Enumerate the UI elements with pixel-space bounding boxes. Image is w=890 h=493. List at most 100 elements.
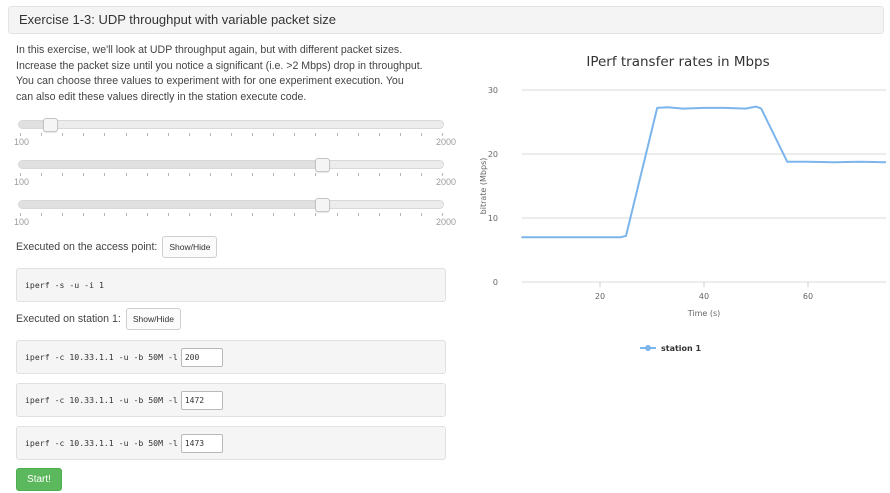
station-command-2: iperf -c 10.33.1.1 -u -b 50M -l <box>16 383 446 417</box>
slider-tick <box>104 133 106 136</box>
exercise-panel-heading: Exercise 1-3: UDP throughput with variab… <box>8 6 884 34</box>
slider-tick <box>357 173 359 176</box>
slider-tick <box>442 213 443 216</box>
series-point <box>666 106 669 109</box>
slider-tick <box>20 133 21 136</box>
series-point <box>786 160 788 163</box>
slider-tick <box>20 213 21 216</box>
slider-tick <box>336 173 338 176</box>
slider-tick <box>273 133 275 136</box>
slider-handle[interactable] <box>315 198 331 212</box>
slider-tick <box>83 133 85 136</box>
slider-track[interactable] <box>18 158 444 172</box>
slider-tick <box>442 173 443 176</box>
y-tick-label: 0 <box>493 278 498 287</box>
slider-track[interactable] <box>18 118 444 132</box>
slider-tick <box>357 213 359 216</box>
slider-tick <box>41 213 43 216</box>
packet-size-slider-2[interactable]: 100 2000 <box>14 156 456 190</box>
packet-size-input-1[interactable] <box>180 347 223 367</box>
slider-fill <box>19 161 323 168</box>
slider-tick <box>167 173 169 176</box>
series-point <box>760 107 762 110</box>
slider-tick <box>62 213 64 216</box>
station-show-hide-button[interactable]: Show/Hide <box>125 308 181 330</box>
slider-tick <box>378 173 380 176</box>
slider-tick <box>420 133 422 136</box>
slider-tick <box>125 133 127 136</box>
x-tick-label: 20 <box>595 292 605 301</box>
slider-min-label: 100 <box>14 137 30 147</box>
packet-size-input-3[interactable] <box>180 433 223 453</box>
slider-tick <box>167 133 169 136</box>
station-command-1: iperf -c 10.33.1.1 -u -b 50M -l <box>16 340 446 374</box>
x-axis-label: Time (s) <box>687 309 721 318</box>
instruction-line: Increase the packet size until you notic… <box>16 59 423 72</box>
instruction-line: can also edit these values directly in t… <box>16 90 307 103</box>
station-command-text: iperf -c 10.33.1.1 -u -b 50M -l <box>25 438 178 448</box>
slider-ticks <box>20 213 443 217</box>
access-point-command: iperf -s -u -i 1 <box>16 268 446 302</box>
legend-symbol-marker <box>645 345 651 351</box>
y-tick-label: 10 <box>488 214 498 223</box>
series-point <box>625 235 627 237</box>
y-tick-label: 20 <box>488 150 498 159</box>
slider-tick <box>231 173 232 176</box>
series-point <box>859 160 861 163</box>
series-point <box>807 160 809 163</box>
packet-size-input-2[interactable] <box>180 390 223 410</box>
series-point <box>744 107 747 110</box>
slider-tick <box>125 173 127 176</box>
slider-tick <box>315 213 317 216</box>
slider-tick <box>188 133 190 136</box>
slider-tick <box>41 173 43 176</box>
station-command-text: iperf -c 10.33.1.1 -u -b 50M -l <box>25 395 178 405</box>
slider-tick <box>315 173 317 176</box>
start-button[interactable]: Start! <box>16 468 62 491</box>
slider-tick <box>146 213 148 216</box>
slider-tick <box>315 133 317 136</box>
station-row: Executed on station 1: Show/Hide <box>16 308 181 330</box>
y-tick-label: 30 <box>488 86 498 95</box>
slider-max-label: 2000 <box>435 137 456 147</box>
series-point <box>724 107 726 109</box>
slider-min-label: 100 <box>14 177 30 187</box>
slider-handle[interactable] <box>43 118 59 132</box>
series-point <box>547 236 549 238</box>
slider-tick <box>231 133 232 136</box>
series-point <box>599 236 601 238</box>
iperf-chart: IPerf transfer rates in Mbps 0 10 20 30 20 40… <box>470 38 887 368</box>
series-point <box>521 236 523 238</box>
slider-tick <box>146 173 148 176</box>
packet-size-slider-3[interactable]: 100 2000 <box>14 196 456 230</box>
slider-fill <box>19 201 323 208</box>
slider-tick <box>357 133 359 136</box>
slider-tick <box>209 213 211 216</box>
slider-tick <box>336 213 338 216</box>
slider-tick <box>125 213 127 216</box>
slider-tick <box>188 173 190 176</box>
slider-tick <box>378 213 380 216</box>
series-point <box>833 161 835 164</box>
slider-ticks <box>20 133 443 137</box>
slider-tick <box>104 173 106 176</box>
slider-track[interactable] <box>18 198 444 212</box>
slider-tick <box>167 213 169 216</box>
series-point <box>703 107 705 109</box>
slider-min-label: 100 <box>14 217 30 227</box>
slider-tick <box>20 173 21 176</box>
slider-tick <box>146 133 148 136</box>
slider-tick <box>420 173 422 176</box>
slider-tick <box>294 213 296 216</box>
station-command-3: iperf -c 10.33.1.1 -u -b 50M -l <box>16 426 446 460</box>
access-point-show-hide-button[interactable]: Show/Hide <box>162 236 218 258</box>
series-point <box>656 107 658 109</box>
chart-title: IPerf transfer rates in Mbps <box>586 54 770 70</box>
slider-tick <box>399 173 401 176</box>
access-point-label: Executed on the access point: <box>16 241 158 253</box>
slider-tick <box>420 213 422 216</box>
slider-handle[interactable] <box>315 158 331 172</box>
access-point-command-text: iperf -s -u -i 1 <box>25 280 104 290</box>
packet-size-slider-1[interactable]: 100 2000 <box>14 116 456 150</box>
slider-tick <box>273 213 275 216</box>
